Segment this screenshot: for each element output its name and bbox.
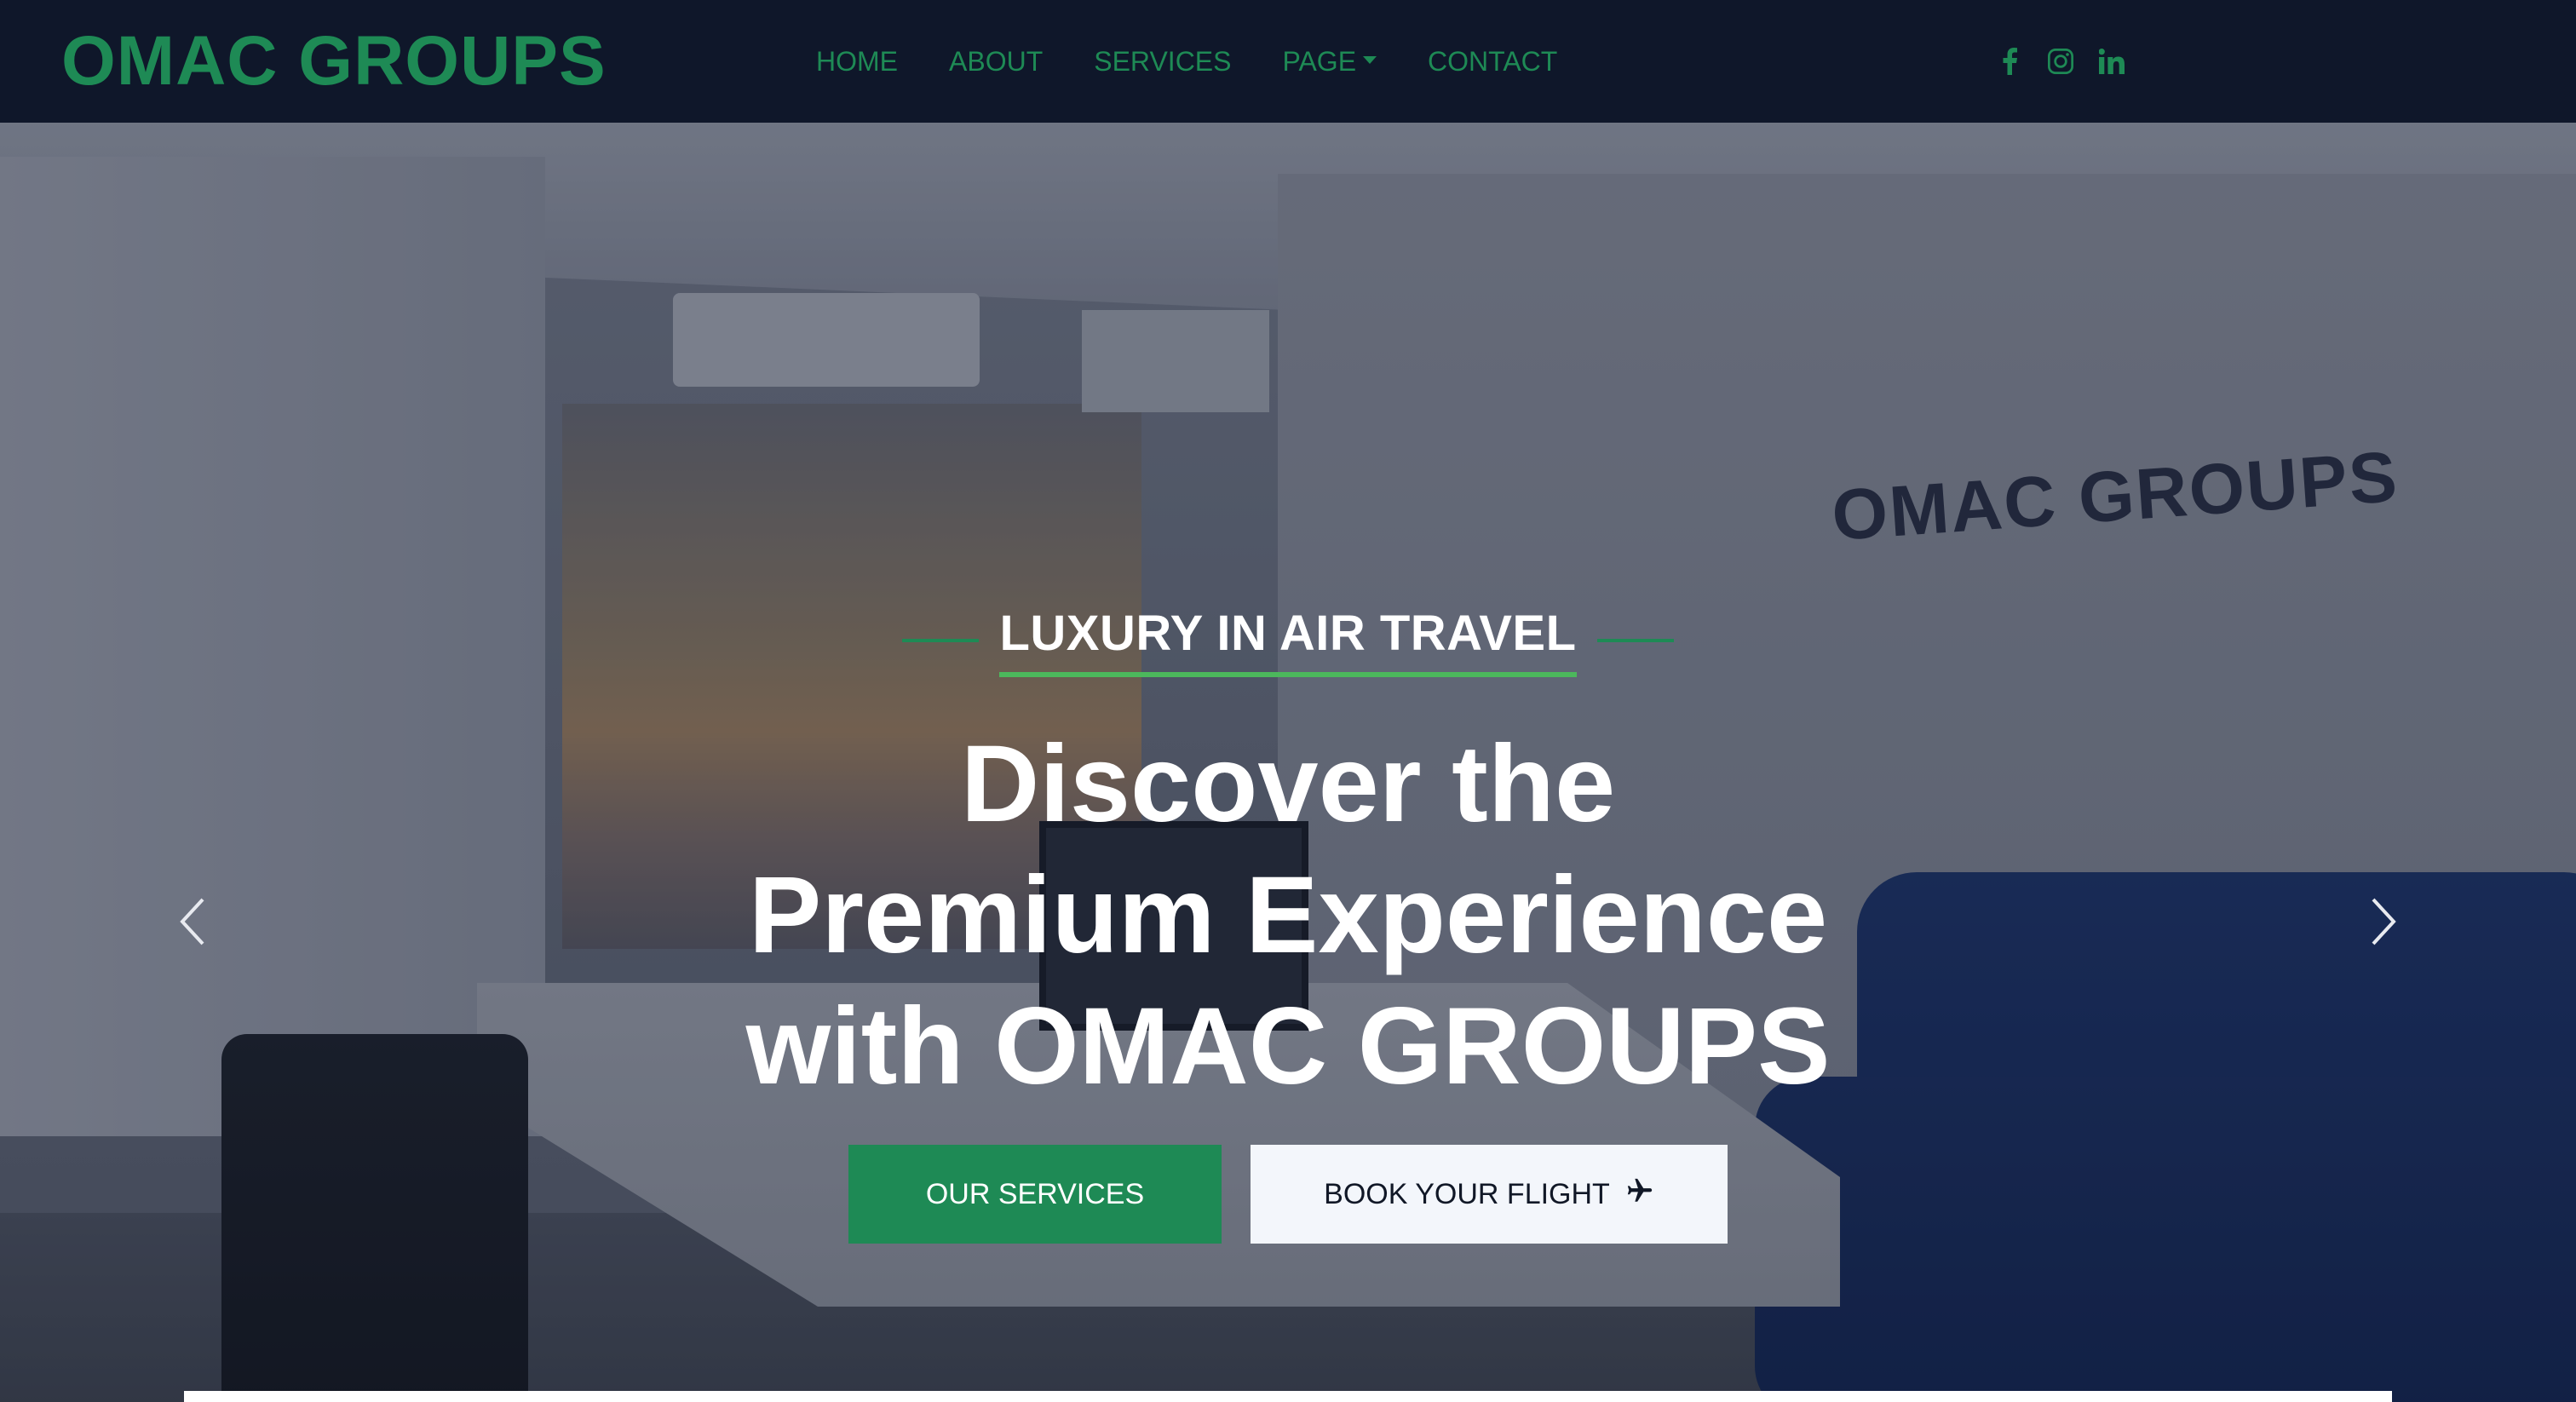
nav-home-label: HOME	[816, 46, 898, 77]
linkedin-icon[interactable]	[2097, 43, 2126, 80]
nav-about-label: ABOUT	[949, 46, 1044, 77]
nav-page-dropdown[interactable]: PAGE	[1282, 43, 1377, 80]
our-services-button[interactable]: OUR SERVICES	[848, 1145, 1222, 1244]
brand-logo[interactable]: OMAC GROUPS	[61, 20, 607, 102]
nav-services[interactable]: SERVICES	[1094, 43, 1231, 80]
nav-contact-label: CONTACT	[1428, 46, 1558, 77]
subtitle-line-left	[902, 639, 980, 642]
carousel-prev-button[interactable]	[167, 889, 218, 957]
social-links	[1995, 43, 2126, 80]
hero-headline-line3: with OMAC GROUPS	[745, 985, 1831, 1107]
caret-down-icon	[1363, 55, 1377, 64]
nav-page-label: PAGE	[1282, 46, 1357, 77]
hero-headline: Discover the Premium Experience with OMA…	[0, 719, 2576, 1112]
book-flight-button[interactable]: BOOK YOUR FLIGHT	[1251, 1145, 1728, 1244]
chevron-left-icon	[177, 896, 208, 951]
nav-services-label: SERVICES	[1094, 46, 1232, 77]
our-services-label: OUR SERVICES	[925, 1177, 1145, 1210]
book-flight-label: BOOK YOUR FLIGHT	[1324, 1177, 1610, 1210]
airplane-icon	[1625, 1176, 1654, 1213]
hero-headline-line1: Discover the	[960, 723, 1616, 845]
instagram-icon[interactable]	[2046, 43, 2075, 80]
booking-panel-edge	[184, 1391, 2392, 1402]
nav-contact[interactable]: CONTACT	[1428, 43, 1557, 80]
nav-about[interactable]: ABOUT	[949, 43, 1043, 80]
facebook-icon[interactable]	[1995, 43, 2024, 80]
hero-carousel: OMAC GROUPS LUXURY IN AIR TRAVEL Discove…	[0, 123, 2576, 1402]
top-navbar: OMAC GROUPS HOME ABOUT SERVICES PAGE CON…	[0, 0, 2576, 123]
chevron-right-icon	[2368, 896, 2399, 951]
subtitle-line-right	[1596, 639, 1674, 642]
carousel-next-button[interactable]	[2358, 889, 2409, 957]
hero-cta-row: OUR SERVICES BOOK YOUR FLIGHT	[848, 1145, 1728, 1244]
hero-headline-line2: Premium Experience	[748, 854, 1828, 976]
nav-home[interactable]: HOME	[816, 43, 898, 80]
hero-subtitle-row: LUXURY IN AIR TRAVEL	[0, 604, 2576, 677]
hero-subtitle: LUXURY IN AIR TRAVEL	[999, 604, 1577, 677]
main-nav: HOME ABOUT SERVICES PAGE CONTACT	[816, 43, 1608, 80]
